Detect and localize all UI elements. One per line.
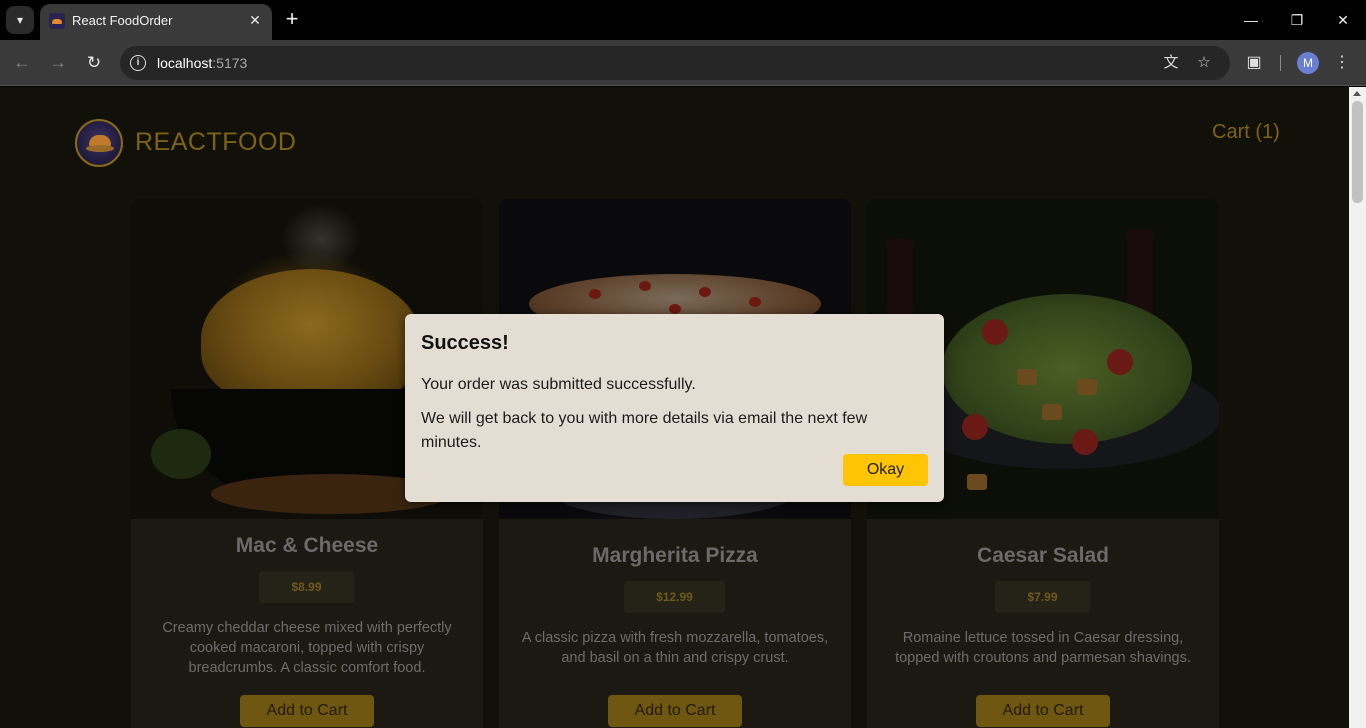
url-port: :5173 — [212, 55, 248, 71]
restore-icon[interactable]: ❐ — [1283, 6, 1311, 34]
scroll-up-icon[interactable] — [1353, 91, 1361, 96]
chevron-down-icon: ▾ — [16, 13, 24, 27]
dialog-title: Success! — [421, 332, 509, 354]
plus-icon[interactable]: + — [282, 8, 302, 30]
close-icon[interactable]: ✕ — [246, 11, 264, 29]
avatar[interactable]: M — [1297, 52, 1319, 74]
dialog-detail: We will get back to you with more detail… — [421, 410, 868, 451]
favicon-icon — [49, 13, 65, 29]
page-viewport: REACTFOOD Cart (1) Mac & Cheese $8.99 Cr… — [0, 87, 1349, 728]
window-close-icon[interactable]: ✕ — [1329, 6, 1357, 34]
star-icon[interactable]: ☆ — [1193, 52, 1215, 74]
minimize-icon[interactable]: — — [1237, 6, 1265, 34]
back-arrow-icon[interactable]: ← — [9, 50, 35, 76]
puzzle-icon[interactable]: ▣ — [1243, 52, 1265, 74]
info-icon[interactable]: i — [130, 55, 146, 71]
tab-list-button[interactable]: ▾ — [6, 6, 34, 34]
success-dialog: Success! Your order was submitted succes… — [405, 314, 944, 502]
okay-button[interactable]: Okay — [843, 454, 928, 486]
browser-tab-bar: ▾ React FoodOrder ✕ + — ❐ ✕ — [0, 0, 1366, 40]
toolbar-divider — [1280, 55, 1281, 71]
url-text[interactable]: localhost:5173 — [157, 55, 247, 71]
page-scrollbar[interactable] — [1349, 87, 1366, 728]
translate-icon[interactable]: 文 — [1160, 52, 1182, 74]
address-bar[interactable]: i localhost:5173 文 ☆ — [120, 46, 1230, 80]
forward-arrow-icon[interactable]: → — [45, 50, 71, 76]
reload-icon[interactable]: ↻ — [81, 50, 107, 76]
browser-tab[interactable]: React FoodOrder ✕ — [40, 4, 272, 40]
tab-title: React FoodOrder — [72, 13, 173, 28]
url-host: localhost — [157, 55, 213, 71]
scrollbar-thumb[interactable] — [1352, 101, 1363, 203]
kebab-menu-icon[interactable]: ⋮ — [1331, 52, 1353, 74]
browser-toolbar: ← → ↻ i localhost:5173 文 ☆ ▣ M ⋮ — [0, 40, 1366, 86]
dialog-message: Your order was submitted successfully. — [421, 376, 696, 393]
